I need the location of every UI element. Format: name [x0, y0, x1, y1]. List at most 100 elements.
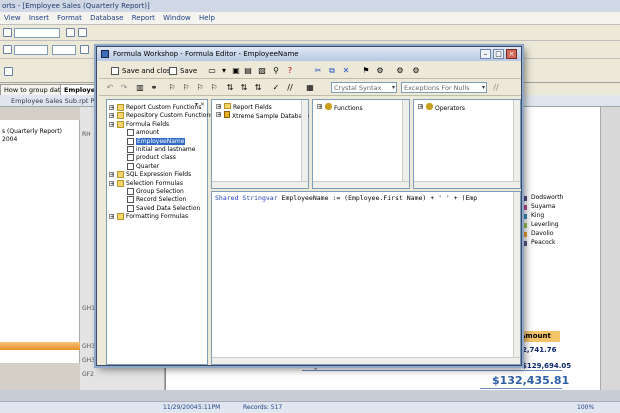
chevron-down-icon: ▾: [391, 84, 395, 91]
legend-swatch: [522, 232, 527, 237]
cut-icon[interactable]: ✂: [313, 66, 323, 76]
tree-item-functions[interactable]: Functions: [325, 103, 363, 112]
comment-toggle-icon[interactable]: //: [491, 83, 501, 93]
legend-label: Dodsworth: [531, 194, 564, 201]
rename-icon[interactable]: ▤: [243, 66, 253, 76]
redo-icon[interactable]: ↷: [119, 83, 129, 93]
database-icon: [224, 111, 230, 118]
syntax-select[interactable]: Crystal Syntax ▾: [331, 82, 397, 93]
settings-icon[interactable]: ⚙: [375, 66, 385, 76]
menu-help[interactable]: Help: [195, 12, 217, 22]
horizontal-scrollbar[interactable]: [414, 181, 520, 188]
operators-pane: + Operators: [413, 99, 521, 189]
tab-how-to-group-data[interactable]: How to group data: [0, 84, 69, 95]
tree-item-report[interactable]: s (Quarterly Report): [2, 128, 62, 135]
vertical-scrollbar[interactable]: [301, 100, 308, 188]
browse-icon[interactable]: ▥: [135, 83, 145, 93]
vertical-scrollbar[interactable]: [402, 100, 409, 188]
legend-item: Dodsworth: [522, 194, 582, 203]
expand-toggle[interactable]: +: [216, 104, 221, 110]
horizontal-scroll-area: [0, 390, 620, 401]
horizontal-scrollbar[interactable]: [212, 181, 308, 188]
search-icon[interactable]: ⚲: [271, 66, 281, 76]
check-icon[interactable]: ✓: [271, 83, 281, 93]
close-button[interactable]: ×: [506, 49, 517, 59]
expand-toggle[interactable]: +: [109, 105, 114, 111]
undo-icon[interactable]: ↶: [105, 83, 115, 93]
menu-window[interactable]: Window: [159, 12, 193, 22]
expand-toggle[interactable]: +: [109, 172, 114, 178]
options-icon[interactable]: ⚙: [411, 66, 421, 76]
minimize-button[interactable]: –: [480, 49, 491, 59]
repository-icon[interactable]: ⚙: [395, 66, 405, 76]
functions-icon: [325, 103, 332, 110]
tree-item-year[interactable]: 2004: [2, 136, 17, 143]
menu-format[interactable]: Format: [53, 12, 84, 22]
report-fields-pane: + Report Fields + Xtreme Sample Database: [211, 99, 309, 189]
expand-toggle[interactable]: +: [109, 180, 114, 186]
italic-icon[interactable]: [78, 28, 87, 37]
status-zoom: 100%: [577, 404, 595, 411]
horizontal-scrollbar[interactable]: [212, 357, 520, 364]
expand-toggle[interactable]: +: [418, 104, 423, 110]
toolbar-combo[interactable]: [52, 45, 76, 55]
menu-view[interactable]: View: [0, 12, 23, 22]
dropdown-arrow-icon[interactable]: ▾: [219, 66, 229, 76]
null-handling-select[interactable]: Exceptions For Nulls ▾: [401, 82, 487, 93]
bookmark-icon[interactable]: ⚐: [167, 83, 177, 93]
vertical-scrollbar[interactable]: [600, 107, 620, 390]
new-formula-icon[interactable]: ▭: [207, 66, 217, 76]
vertical-scrollbar[interactable]: [513, 192, 520, 364]
amount-column-header: Amount: [518, 331, 560, 342]
delete-icon[interactable]: ✕: [341, 66, 351, 76]
workshop-tree: ▾ × + Report Custom Functions + Repository …: [106, 99, 213, 365]
app-title: orts - [Employee Sales (Quarterly Report…: [2, 2, 150, 10]
clear-bookmarks-icon[interactable]: ⚐: [209, 83, 219, 93]
toolbar-icon[interactable]: [80, 45, 89, 54]
app-title-bar: orts - [Employee Sales (Quarterly Report…: [0, 0, 620, 12]
menu-report[interactable]: Report: [128, 12, 157, 22]
sort-icon-2[interactable]: ⇅: [239, 83, 249, 93]
properties-icon[interactable]: ⚑: [361, 66, 371, 76]
maximize-button[interactable]: □: [493, 49, 504, 59]
expand-toggle[interactable]: +: [109, 214, 114, 220]
tree-item-label: Quarter: [136, 162, 160, 170]
prev-bookmark-icon[interactable]: ⚐: [195, 83, 205, 93]
font-size-combo[interactable]: [14, 28, 60, 38]
expand-icon[interactable]: ▦: [305, 83, 315, 93]
delete-formula-icon[interactable]: ▣: [231, 66, 241, 76]
help-icon[interactable]: ?: [285, 66, 295, 76]
find-icon[interactable]: ⚭: [149, 83, 159, 93]
formula-workshop-icon: [101, 50, 109, 58]
formula-text-editor[interactable]: Shared Stringvar EmployeeName := (Employ…: [211, 191, 521, 365]
toolbar-icon[interactable]: [4, 67, 13, 76]
comment-icon[interactable]: //: [285, 83, 295, 93]
vertical-scrollbar[interactable]: [513, 100, 520, 188]
chart-legend: Dodsworth Suyama King Leverling Davolio Peaco…: [522, 194, 582, 248]
expand-toggle[interactable]: +: [109, 121, 114, 127]
formula-code-line[interactable]: Shared Stringvar EmployeeName := (Employ…: [215, 194, 477, 202]
tree-item-report-fields[interactable]: Report Fields: [224, 103, 272, 111]
horizontal-scrollbar[interactable]: [313, 181, 409, 188]
toolbar-icon[interactable]: [3, 28, 12, 37]
toolbar-icon[interactable]: [3, 45, 12, 54]
tree-item-database[interactable]: Xtreme Sample Database: [224, 111, 309, 120]
tree-item-operators[interactable]: Operators: [426, 103, 465, 112]
menu-insert[interactable]: Insert: [25, 12, 51, 22]
expand-toggle[interactable]: +: [109, 113, 114, 119]
expand-toggle[interactable]: +: [317, 104, 322, 110]
status-date: 11/29/2004: [163, 404, 198, 411]
menu-database[interactable]: Database: [86, 12, 125, 22]
save-button[interactable]: Save: [167, 65, 199, 77]
toolbar-combo[interactable]: [14, 45, 48, 55]
standard-toolbar: [0, 25, 620, 41]
copy-icon[interactable]: ⧉: [327, 66, 337, 76]
toggle-tree-icon[interactable]: ▧: [257, 66, 267, 76]
sort-icon-3[interactable]: ⇅: [253, 83, 263, 93]
bold-icon[interactable]: [66, 28, 75, 37]
sort-icon[interactable]: ⇅: [225, 83, 235, 93]
report-tree-panel: s (Quarterly Report) 2004: [0, 120, 80, 363]
expand-toggle[interactable]: +: [216, 112, 221, 118]
dialog-title-bar[interactable]: Formula Workshop - Formula Editor - Empl…: [97, 47, 521, 61]
next-bookmark-icon[interactable]: ⚐: [181, 83, 191, 93]
